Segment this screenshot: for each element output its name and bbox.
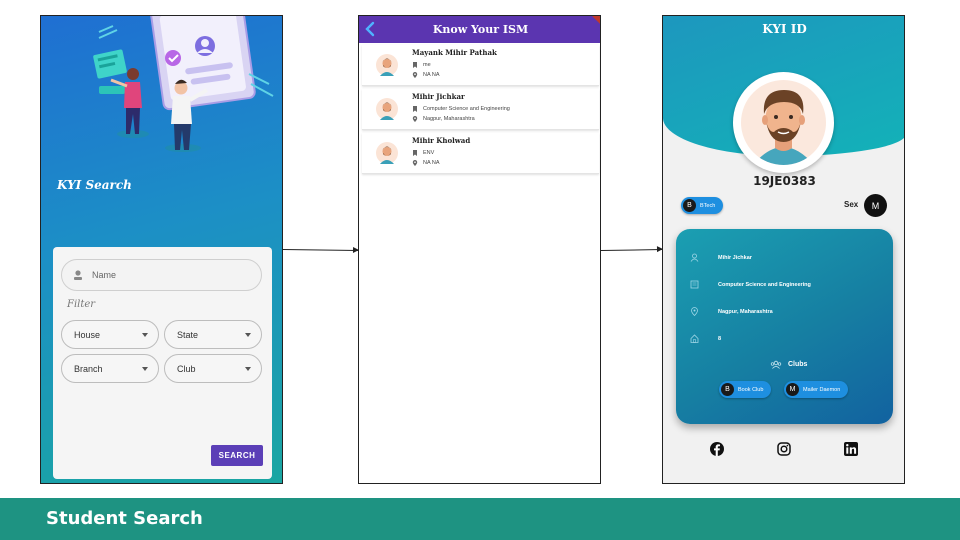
id-screen: KYI ID 19JE0383 B BTech Sex M Mihir Jich… bbox=[662, 15, 905, 484]
group-icon bbox=[770, 360, 782, 369]
detail-name-row: Mihir Jichkar bbox=[690, 253, 752, 262]
detail-name: Mihir Jichkar bbox=[718, 254, 752, 261]
results-screen: Know Your ISM Mayank Mihir Pathak me NA … bbox=[358, 15, 601, 484]
result-branch-line: ENV bbox=[412, 150, 434, 156]
chevron-down-icon bbox=[245, 333, 251, 337]
chevron-down-icon bbox=[142, 333, 148, 337]
result-location: NA NA bbox=[423, 72, 440, 78]
course-chip-initial: B bbox=[683, 199, 696, 212]
bookmark-icon bbox=[413, 62, 417, 68]
result-branch-line: me bbox=[412, 62, 431, 68]
result-location-line: Nagpur, Maharashtra bbox=[412, 116, 475, 122]
clubs-label: Clubs bbox=[788, 361, 808, 368]
person-icon bbox=[74, 270, 82, 280]
location-pin-icon bbox=[412, 160, 418, 166]
name-input[interactable] bbox=[92, 270, 242, 280]
flow-arrow bbox=[600, 249, 663, 251]
footer-band: Student Search bbox=[0, 498, 960, 540]
book-icon bbox=[690, 280, 699, 289]
linkedin-icon[interactable] bbox=[844, 442, 858, 456]
avatar bbox=[753, 90, 814, 165]
detail-branch: Computer Science and Engineering bbox=[718, 281, 811, 288]
facebook-icon[interactable] bbox=[710, 442, 724, 456]
search-card: Filter House State Branch Club SEARCH bbox=[53, 247, 272, 479]
app-label: KYI Search bbox=[57, 178, 132, 192]
details-card: Mihir Jichkar Computer Science and Engin… bbox=[676, 229, 893, 424]
branch-dropdown[interactable]: Branch bbox=[61, 354, 159, 383]
roll-number: 19JE0383 bbox=[753, 174, 816, 188]
location-pin-icon bbox=[691, 307, 698, 316]
avatar bbox=[376, 142, 398, 164]
chevron-down-icon bbox=[245, 367, 251, 371]
result-location-line: NA NA bbox=[412, 160, 440, 166]
location-pin-icon bbox=[412, 72, 418, 78]
name-field[interactable] bbox=[61, 259, 262, 291]
house-icon bbox=[690, 334, 699, 343]
detail-location-row: Nagpur, Maharashtra bbox=[690, 307, 773, 316]
detail-location: Nagpur, Maharashtra bbox=[718, 308, 773, 315]
detail-branch-row: Computer Science and Engineering bbox=[690, 280, 811, 289]
result-card[interactable]: Mihir Kholwad ENV NA NA bbox=[362, 133, 599, 174]
club-chip[interactable]: M Mailer Daemon bbox=[784, 381, 849, 398]
club-chip-label: Book Club bbox=[738, 386, 764, 393]
detail-house-row: 8 bbox=[690, 334, 721, 343]
page-title: Know Your ISM bbox=[432, 23, 529, 36]
result-name: Mayank Mihir Pathak bbox=[412, 48, 497, 57]
house-dropdown-label: House bbox=[74, 329, 101, 340]
avatar bbox=[376, 54, 398, 76]
bookmark-icon bbox=[413, 106, 417, 112]
search-screen: KYI Search Filter House State Branch bbox=[40, 15, 283, 484]
app-bar: Know Your ISM bbox=[359, 16, 600, 43]
club-chip-label: Mailer Daemon bbox=[803, 386, 841, 393]
footer-title: Student Search bbox=[46, 508, 203, 529]
result-name: Mihir Jichkar bbox=[412, 92, 465, 101]
club-chip[interactable]: B Book Club bbox=[719, 381, 772, 398]
result-location: NA NA bbox=[423, 160, 440, 166]
state-dropdown[interactable]: State bbox=[164, 320, 262, 349]
result-location-line: NA NA bbox=[412, 72, 440, 78]
club-dropdown[interactable]: Club bbox=[164, 354, 262, 383]
instagram-icon[interactable] bbox=[777, 442, 791, 456]
state-dropdown-label: State bbox=[177, 329, 199, 340]
club-chip-initial: M bbox=[786, 383, 799, 396]
course-chip-label: BTech bbox=[700, 202, 716, 209]
bookmark-icon bbox=[413, 150, 417, 156]
result-branch: Computer Science and Engineering bbox=[423, 106, 510, 112]
detail-house: 8 bbox=[718, 335, 722, 342]
result-branch: me bbox=[423, 62, 431, 68]
chevron-down-icon bbox=[142, 367, 148, 371]
result-card[interactable]: Mayank Mihir Pathak me NA NA bbox=[362, 45, 599, 86]
sex-label: Sex bbox=[844, 200, 859, 209]
result-name: Mihir Kholwad bbox=[412, 136, 471, 145]
result-branch: ENV bbox=[423, 150, 435, 156]
club-chip-initial: B bbox=[721, 383, 734, 396]
slide: KYI Search Filter House State Branch bbox=[0, 0, 960, 540]
page-title: KYI ID bbox=[762, 22, 807, 36]
search-illustration bbox=[93, 16, 274, 152]
profile-avatar bbox=[733, 72, 834, 173]
branch-dropdown-label: Branch bbox=[74, 363, 103, 374]
location-pin-icon bbox=[412, 116, 418, 122]
filter-label: Filter bbox=[67, 299, 96, 310]
course-chip: B BTech bbox=[681, 197, 724, 214]
flow-arrow bbox=[282, 249, 358, 252]
result-location: Nagpur, Maharashtra bbox=[423, 116, 475, 122]
search-button[interactable]: SEARCH bbox=[211, 445, 263, 466]
house-dropdown[interactable]: House bbox=[61, 320, 159, 349]
clubs-header: Clubs bbox=[770, 360, 807, 369]
person-icon bbox=[690, 253, 699, 262]
result-card[interactable]: Mihir Jichkar Computer Science and Engin… bbox=[362, 89, 599, 130]
club-dropdown-label: Club bbox=[177, 363, 196, 374]
sex-value: M bbox=[864, 194, 887, 217]
avatar bbox=[376, 98, 398, 120]
result-branch-line: Computer Science and Engineering bbox=[412, 106, 510, 112]
